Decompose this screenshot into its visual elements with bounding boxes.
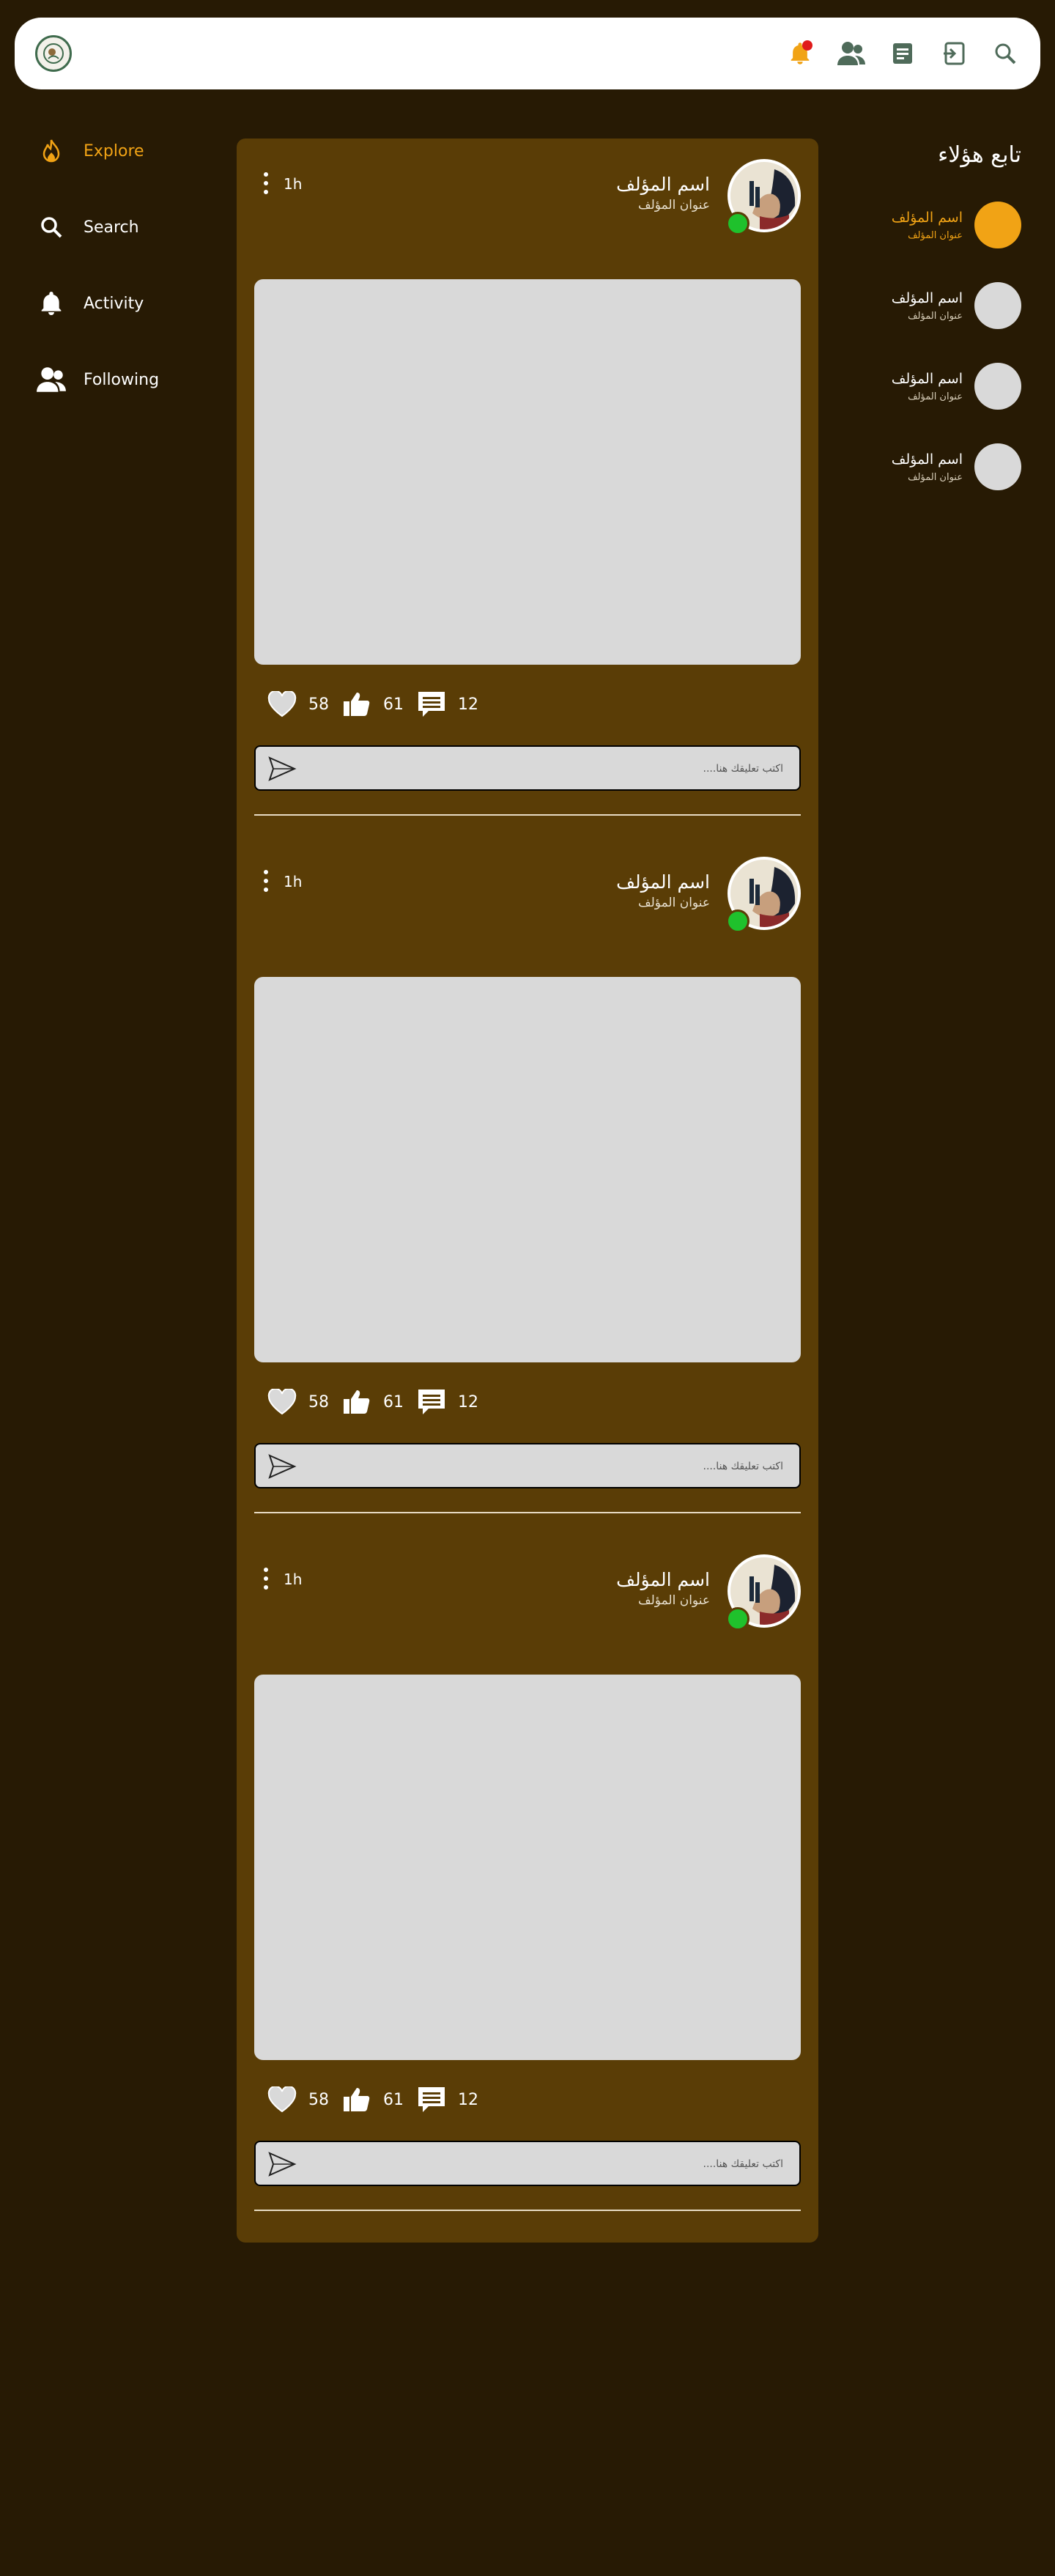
suggestion-item[interactable]: اسم المؤلف عنوان المؤلف: [892, 443, 1021, 490]
comment-icon[interactable]: [415, 2084, 448, 2116]
like-count: 58: [308, 1392, 329, 1411]
post-stats: 58 61 12: [266, 1386, 490, 1418]
thumbs-up-icon[interactable]: [341, 2084, 373, 2116]
post-card: 1h اسم المؤلف عنوان المؤلف 58 61 12 اكتب…: [254, 836, 801, 1534]
thumbs-up-count: 61: [383, 1392, 404, 1411]
fire-icon: [35, 136, 67, 166]
post-author[interactable]: اسم المؤلف عنوان المؤلف: [616, 857, 801, 930]
more-options-icon[interactable]: [262, 1568, 270, 1594]
more-options-icon[interactable]: [262, 870, 270, 896]
comment-box: [254, 745, 801, 791]
post-time: 1h: [284, 1571, 303, 1588]
heart-icon[interactable]: [266, 1386, 298, 1418]
thumbs-up-icon[interactable]: [341, 688, 373, 720]
post-time: 1h: [284, 175, 303, 193]
send-icon[interactable]: [267, 2151, 297, 2177]
comment-input[interactable]: [342, 747, 785, 791]
more-options-icon[interactable]: [262, 172, 270, 199]
comment-count: 12: [458, 1392, 478, 1411]
online-status-dot: [726, 909, 749, 933]
post-author[interactable]: اسم المؤلف عنوان المؤلف: [616, 159, 801, 232]
online-status-dot: [726, 212, 749, 235]
comment-input[interactable]: [342, 1444, 785, 1488]
suggestion-name: اسم المؤلف: [891, 370, 963, 387]
online-status-dot: [726, 1607, 749, 1631]
post-stats: 58 61 12: [266, 2084, 490, 2116]
suggestion-avatar[interactable]: [974, 202, 1021, 248]
nav-label-activity: Activity: [84, 294, 144, 313]
author-title: عنوان المؤلف: [638, 1593, 710, 1608]
post-time: 1h: [284, 873, 303, 890]
nav-label-explore: Explore: [84, 141, 144, 160]
post-author[interactable]: اسم المؤلف عنوان المؤلف: [616, 1554, 801, 1628]
suggestion-title: عنوان المؤلف: [908, 391, 963, 402]
suggestion-title: عنوان المؤلف: [908, 471, 963, 483]
nav-item-explore[interactable]: Explore: [35, 136, 159, 166]
suggestion-avatar[interactable]: [974, 363, 1021, 410]
nav-label-following: Following: [84, 370, 160, 389]
post-card: 1h اسم المؤلف عنوان المؤلف 58 61 12 اكتب…: [254, 139, 801, 836]
suggestion-name: اسم المؤلف: [891, 451, 963, 468]
suggestion-avatar[interactable]: [974, 282, 1021, 329]
thumbs-up-count: 61: [383, 2090, 404, 2109]
send-icon[interactable]: [267, 1453, 297, 1480]
people-icon: [35, 365, 67, 394]
left-nav: Explore Search Activity Following: [35, 136, 159, 441]
thumbs-up-count: 61: [383, 695, 404, 714]
post-card: 1h اسم المؤلف عنوان المؤلف 58 61 12 اكتب…: [254, 1534, 801, 2232]
post-stats: 58 61 12: [266, 688, 490, 720]
post-media-placeholder[interactable]: [254, 279, 801, 665]
comment-box: [254, 2141, 801, 2186]
nav-item-following[interactable]: Following: [35, 365, 159, 394]
top-bar: [15, 18, 1040, 89]
suggestion-name: اسم المؤلف: [891, 289, 963, 306]
author-title: عنوان المؤلف: [638, 896, 710, 910]
bell-icon: [35, 289, 67, 318]
post-feed: 1h اسم المؤلف عنوان المؤلف 58 61 12 اكتب…: [237, 139, 818, 2243]
post-media-placeholder[interactable]: [254, 1675, 801, 2060]
nav-item-search[interactable]: Search: [35, 213, 159, 242]
author-name[interactable]: اسم المؤلف: [616, 871, 710, 893]
comment-icon[interactable]: [415, 1386, 448, 1418]
author-title: عنوان المؤلف: [638, 198, 710, 213]
comment-input[interactable]: [342, 2142, 785, 2186]
nav-item-activity[interactable]: Activity: [35, 289, 159, 318]
post-divider: [254, 1512, 801, 1513]
comment-icon[interactable]: [415, 688, 448, 720]
document-icon[interactable]: [888, 39, 917, 68]
notification-dot: [802, 40, 812, 51]
author-name[interactable]: اسم المؤلف: [616, 1569, 710, 1590]
app-logo-icon[interactable]: [35, 35, 72, 72]
post-media-placeholder[interactable]: [254, 977, 801, 1362]
search-icon: [35, 213, 67, 242]
post-divider: [254, 814, 801, 816]
like-count: 58: [308, 2090, 329, 2109]
suggestions-title: تابع هؤلاء: [938, 142, 1021, 168]
heart-icon[interactable]: [266, 688, 298, 720]
heart-icon[interactable]: [266, 2084, 298, 2116]
comment-count: 12: [458, 695, 478, 714]
suggestion-item[interactable]: اسم المؤلف عنوان المؤلف: [892, 202, 1021, 248]
logout-icon[interactable]: [939, 39, 969, 68]
suggestion-avatar[interactable]: [974, 443, 1021, 490]
notification-bell-icon[interactable]: [785, 39, 815, 68]
suggestion-name: اسم المؤلف: [891, 209, 963, 226]
suggestion-title: عنوان المؤلف: [908, 310, 963, 322]
comment-count: 12: [458, 2090, 478, 2109]
like-count: 58: [308, 695, 329, 714]
people-icon[interactable]: [837, 39, 866, 68]
nav-label-search: Search: [84, 218, 139, 237]
suggestions-list: اسم المؤلف عنوان المؤلف اسم المؤلف عنوان ا…: [892, 202, 1021, 524]
comment-box: [254, 1443, 801, 1488]
search-icon[interactable]: [991, 39, 1020, 68]
suggestion-title: عنوان المؤلف: [908, 229, 963, 241]
suggestion-item[interactable]: اسم المؤلف عنوان المؤلف: [892, 363, 1021, 410]
post-divider: [254, 2210, 801, 2211]
send-icon[interactable]: [267, 756, 297, 782]
author-name[interactable]: اسم المؤلف: [616, 174, 710, 195]
suggestion-item[interactable]: اسم المؤلف عنوان المؤلف: [892, 282, 1021, 329]
thumbs-up-icon[interactable]: [341, 1386, 373, 1418]
